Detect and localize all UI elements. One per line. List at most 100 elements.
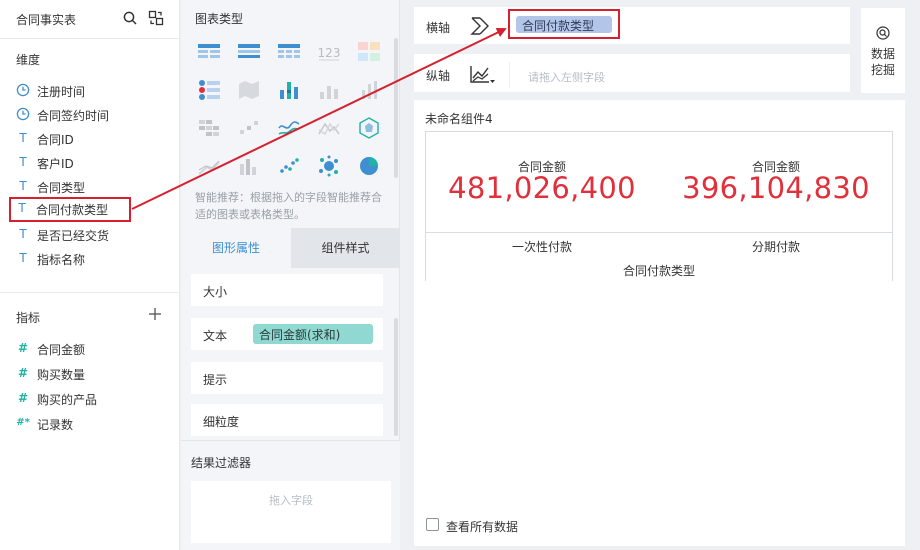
smart-recommend-text: 智能推荐：根据拖入的字段智能推荐合适的图表或表格类型。: [195, 191, 382, 221]
dimension-field[interactable]: T 合同类型: [10, 175, 170, 197]
dimension-field-label: 合同签约时间: [37, 109, 110, 123]
multi-kpi-icon[interactable]: [357, 40, 381, 64]
result-filter: 结果过滤器 拖入字段: [181, 440, 400, 550]
metric-field-label: 购买的产品: [37, 393, 98, 407]
add-metric-icon[interactable]: [148, 307, 162, 321]
dimension-field[interactable]: T 客户ID: [10, 151, 170, 173]
view-all-checkbox[interactable]: [426, 518, 439, 531]
kpi-category-label: 一次性付款: [511, 240, 572, 254]
svg-text:123: 123: [318, 46, 341, 60]
tab-graph-properties[interactable]: 图形属性: [181, 228, 291, 268]
heatmap-table-icon[interactable]: [197, 116, 221, 140]
stacked-bar-icon[interactable]: [277, 78, 301, 102]
dimension-field-label: 合同ID: [37, 133, 74, 147]
dimension-field[interactable]: 合同签约时间: [10, 103, 170, 125]
scatter-chart-icon[interactable]: [277, 154, 301, 178]
bubble-chart-icon[interactable]: [317, 154, 341, 178]
size-property-label: 大小: [203, 285, 228, 299]
text-type-icon: T: [19, 155, 27, 169]
metric-field[interactable]: # 购买的产品: [10, 387, 170, 409]
dimension-field-label: 合同付款类型: [36, 203, 109, 217]
dimension-field-label: 指标名称: [37, 253, 86, 267]
metric-section-title: 指标: [16, 311, 41, 325]
divider: [0, 38, 180, 39]
radar-chart-icon[interactable]: [357, 116, 381, 140]
dimension-field-highlighted[interactable]: T 合同付款类型: [9, 197, 131, 222]
table-name[interactable]: 合同事实表: [16, 11, 76, 28]
combo-line-icon[interactable]: [197, 154, 221, 178]
data-mining-label-line2: 挖掘: [870, 63, 895, 77]
metric-field-label: 记录数: [37, 418, 74, 432]
text-property[interactable]: 文本 合同金额(求和): [191, 318, 383, 350]
dimension-field[interactable]: 注册时间: [10, 79, 170, 101]
line-chart-icon[interactable]: [277, 116, 301, 140]
metric-field[interactable]: # 购买数量: [10, 362, 170, 384]
text-type-icon: T: [18, 201, 26, 215]
y-axis-chart-icon[interactable]: [469, 63, 495, 85]
widget-canvas: 未命名组件4 合同金额 481,026,400 合同金额 396,104,830…: [414, 100, 905, 546]
search-icon[interactable]: [122, 10, 138, 26]
switch-table-icon[interactable]: [148, 10, 164, 26]
dimension-section-title: 维度: [16, 53, 41, 67]
chart-type-grid: 123: [193, 36, 393, 184]
dimension-field-label: 注册时间: [37, 85, 86, 99]
clock-icon: [16, 107, 30, 121]
kpi-category-label: 分期付款: [751, 240, 800, 254]
view-all-label: 查看所有数据: [446, 520, 519, 534]
dimension-field[interactable]: T 是否已经交货: [10, 223, 170, 245]
map-chart-icon[interactable]: [237, 78, 261, 102]
dimension-field[interactable]: T 指标名称: [10, 247, 170, 269]
chart-config-panel: 图表类型 123 智能推荐：根据拖入的字段智能推荐合适的图表或表格类型。 图形属…: [181, 0, 400, 550]
metric-field[interactable]: # 合同金额: [10, 337, 170, 359]
clock-icon: [16, 83, 30, 97]
y-axis-shelf: 纵轴 请拖入左侧字段: [414, 54, 850, 92]
x-axis-dropzone-highlight[interactable]: 合同付款类型: [508, 9, 620, 39]
column-chart-icon[interactable]: [357, 78, 381, 102]
result-filter-placeholder: 拖入字段: [269, 494, 313, 507]
y-axis-placeholder[interactable]: 请拖入左侧字段: [528, 69, 605, 85]
kpi-axis-title: 合同付款类型: [622, 264, 695, 278]
x-axis-sort-icon[interactable]: [469, 15, 491, 37]
cross-table-icon[interactable]: [277, 40, 301, 64]
data-mining-label: 数据 挖掘: [867, 46, 899, 78]
result-filter-dropzone[interactable]: 拖入字段: [191, 481, 391, 543]
x-axis-field-pill[interactable]: 合同付款类型: [516, 16, 612, 33]
hash-star-icon: #*: [16, 417, 30, 428]
chart-type-scrollbar[interactable]: [394, 38, 398, 178]
metric-field[interactable]: #* 记录数: [10, 412, 170, 434]
histogram-icon[interactable]: [237, 154, 261, 178]
data-mining-icon: [876, 26, 890, 40]
dimension-field-label: 客户ID: [37, 157, 74, 171]
dimension-field-label: 合同类型: [37, 181, 86, 195]
data-mining-label-line1: 数据: [870, 47, 895, 61]
tooltip-property[interactable]: 提示: [191, 362, 383, 394]
text-field-pill-label: 合同金额(求和): [259, 328, 341, 342]
hash-icon: #: [17, 341, 29, 355]
widget-title[interactable]: 未命名组件4: [425, 110, 493, 127]
metric-field-label: 购买数量: [37, 368, 86, 382]
kpi-chart: 合同金额 481,026,400 合同金额 396,104,830 一次性付款 …: [425, 131, 893, 281]
tab-component-style[interactable]: 组件样式: [291, 228, 400, 268]
indicator-card-icon[interactable]: [197, 78, 221, 102]
kpi-number-icon[interactable]: 123: [317, 40, 341, 64]
pie-chart-icon[interactable]: [357, 154, 381, 178]
granularity-property[interactable]: 细粒度: [191, 404, 383, 436]
size-property[interactable]: 大小: [191, 274, 383, 306]
waterfall-chart-icon[interactable]: [237, 116, 261, 140]
chart-type-title: 图表类型: [195, 12, 244, 26]
area-chart-icon[interactable]: [317, 116, 341, 140]
dimension-field[interactable]: T 合同ID: [10, 127, 170, 149]
granularity-property-label: 细粒度: [203, 415, 240, 429]
kpi-value: 481,026,400: [448, 171, 636, 205]
view-all-data[interactable]: 查看所有数据: [426, 517, 546, 534]
data-mining-button[interactable]: 数据 挖掘: [861, 8, 905, 93]
bar-chart-icon[interactable]: [317, 78, 341, 102]
property-scrollbar[interactable]: [394, 318, 398, 436]
text-field-pill[interactable]: 合同金额(求和): [253, 324, 373, 344]
property-tabs: 图形属性 组件样式: [181, 228, 400, 268]
field-panel-header: 合同事实表: [16, 10, 172, 28]
table-chart-icon[interactable]: [197, 40, 221, 64]
divider: [0, 292, 180, 293]
group-table-icon[interactable]: [237, 40, 261, 64]
metric-field-label: 合同金额: [37, 343, 86, 357]
